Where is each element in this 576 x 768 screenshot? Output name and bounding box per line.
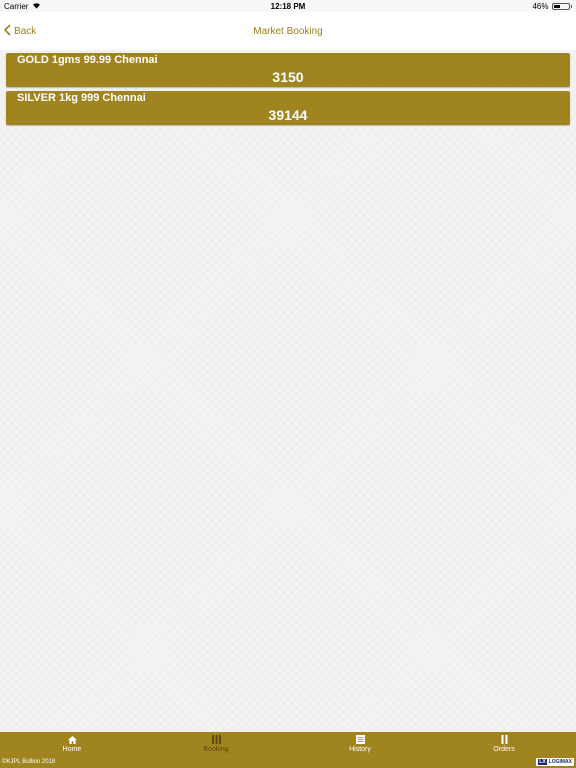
logo-text: LOGIMAX xyxy=(548,759,572,765)
tab-orders[interactable]: Orders xyxy=(432,732,576,756)
tab-label: Orders xyxy=(493,746,515,753)
battery-icon xyxy=(551,2,570,10)
status-time: 12:18 PM xyxy=(270,1,306,11)
product-card-gold[interactable]: GOLD 1gms 99.99 Chennai 3150 xyxy=(6,53,570,87)
tab-bar: Home Booking History Orders xyxy=(0,732,576,756)
footer-copyright: ©KJPL Bullion 2018 xyxy=(2,759,56,765)
home-icon xyxy=(67,735,77,744)
page-title: Market Booking xyxy=(253,25,323,37)
tab-label: History xyxy=(349,746,371,753)
tab-label: Booking xyxy=(203,746,229,753)
product-list: GOLD 1gms 99.99 Chennai 3150 SILVER 1kg … xyxy=(6,53,570,129)
product-name: GOLD 1gms 99.99 Chennai xyxy=(17,54,158,66)
tab-history[interactable]: History xyxy=(288,732,432,756)
status-bar: Carrier 12:18 PM 46% xyxy=(0,0,576,12)
product-card-silver[interactable]: SILVER 1kg 999 Chennai 39144 xyxy=(6,91,570,125)
logo-mark: LX xyxy=(538,759,547,765)
tab-home[interactable]: Home xyxy=(0,732,144,756)
product-name: SILVER 1kg 999 Chennai xyxy=(17,92,146,104)
product-price: 3150 xyxy=(272,69,304,85)
orders-icon xyxy=(500,735,509,744)
nav-bar: Back Market Booking xyxy=(0,12,576,50)
history-icon xyxy=(355,735,365,744)
tab-booking[interactable]: Booking xyxy=(144,732,288,756)
footer: ©KJPL Bullion 2018 LX LOGIMAX xyxy=(0,756,576,768)
logimax-logo: LX LOGIMAX xyxy=(536,758,574,766)
product-price: 39144 xyxy=(268,107,308,123)
booking-icon xyxy=(211,735,221,744)
tab-label: Home xyxy=(62,745,82,753)
